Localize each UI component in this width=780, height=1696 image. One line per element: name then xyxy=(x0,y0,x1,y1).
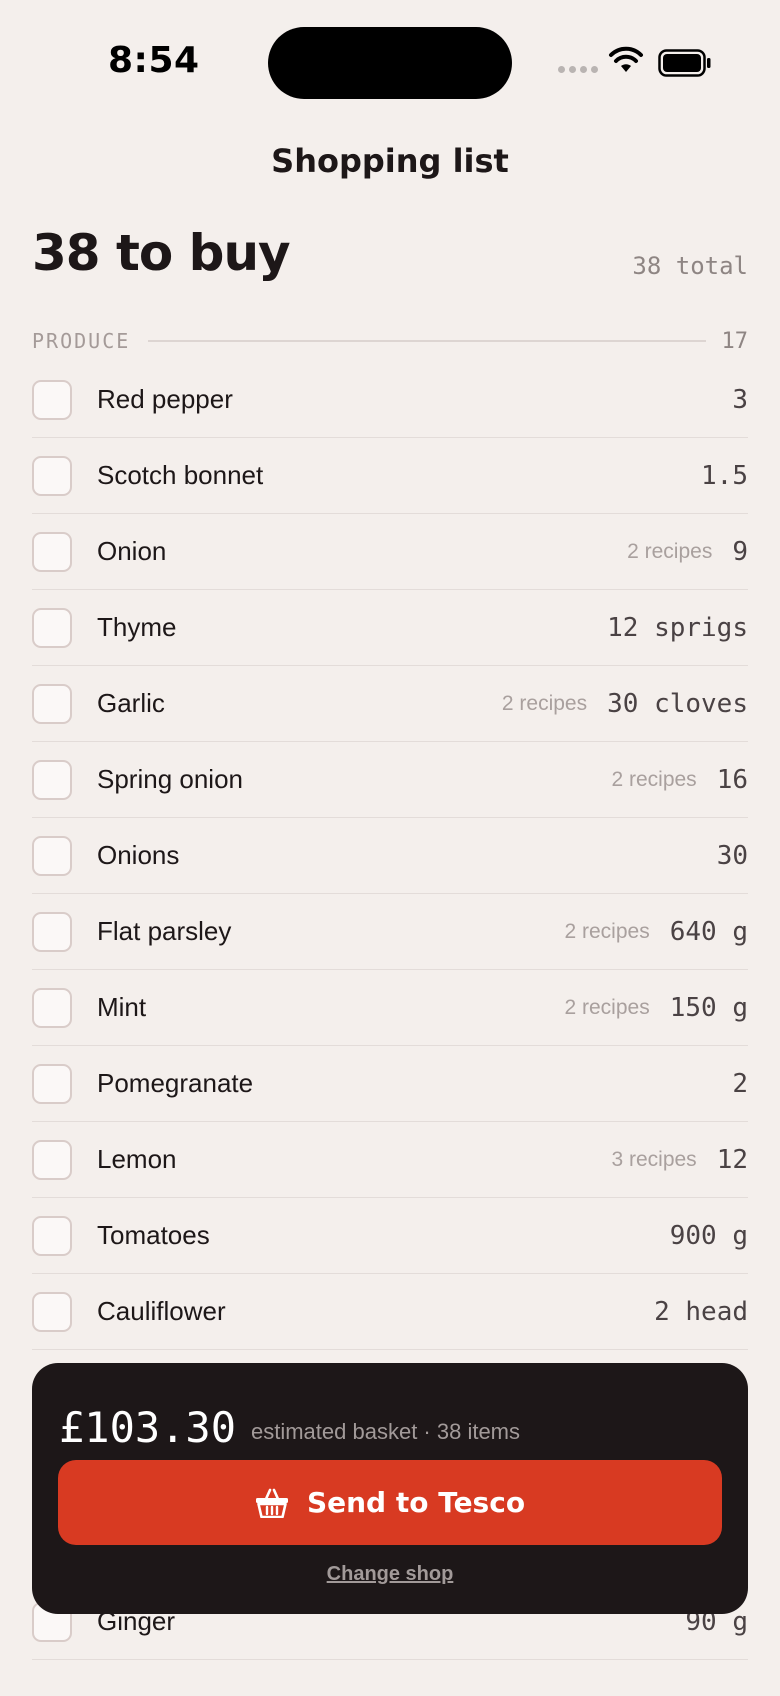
item-name: Garlic xyxy=(97,688,165,718)
basket-note: estimated basket · 38 items xyxy=(251,1419,521,1444)
cellular-signal-icon xyxy=(558,66,598,73)
list-item[interactable]: Pomegranate 2 xyxy=(32,1046,748,1122)
basket-card: £103.30 estimated basket · 38 items Send… xyxy=(32,1363,748,1614)
list-item[interactable]: Mint 2 recipes 150 g xyxy=(32,970,748,1046)
to-buy-headline: 38 to buy xyxy=(32,224,291,282)
item-recipes: 2 recipes xyxy=(564,919,650,943)
list-item[interactable]: Thyme 12 sprigs xyxy=(32,590,748,666)
item-name: Pomegranate xyxy=(97,1068,254,1098)
list-item[interactable]: Lemon 3 recipes 12 xyxy=(32,1122,748,1198)
list-item[interactable]: Tomatoes 900 g xyxy=(32,1198,748,1274)
total-count: 38 total xyxy=(632,252,748,280)
item-quantity: 30 xyxy=(716,840,748,871)
basket-price: £103.30 xyxy=(59,1403,237,1452)
item-quantity: 16 xyxy=(716,764,748,795)
item-quantity: 640 g xyxy=(669,916,748,947)
item-recipes: 2 recipes xyxy=(611,767,697,791)
wifi-icon xyxy=(609,46,643,72)
list-item[interactable]: Onion 2 recipes 9 xyxy=(32,514,748,590)
list-item[interactable]: Scotch bonnet 1.5 xyxy=(32,438,748,514)
item-quantity: 12 xyxy=(716,1144,748,1175)
item-name: Onion xyxy=(97,536,167,566)
status-time: 8:54 xyxy=(108,40,200,81)
list-item[interactable]: Onions 30 xyxy=(32,818,748,894)
item-name: Spring onion xyxy=(97,764,243,794)
send-button-label: Send to Tesco xyxy=(306,1486,526,1519)
item-checkbox[interactable] xyxy=(32,683,72,724)
item-checkbox[interactable] xyxy=(32,1291,72,1332)
item-checkbox[interactable] xyxy=(32,1139,72,1180)
item-checkbox[interactable] xyxy=(32,607,72,648)
list-item[interactable]: Spring onion 2 recipes 16 xyxy=(32,742,748,818)
item-name: Mint xyxy=(97,992,147,1022)
item-recipes: 2 recipes xyxy=(501,691,588,715)
item-quantity: 3 xyxy=(732,384,748,415)
dynamic-island xyxy=(268,27,512,99)
item-checkbox[interactable] xyxy=(32,987,72,1028)
send-to-tesco-button[interactable]: Send to Tesco xyxy=(58,1460,722,1545)
list-item[interactable]: Garlic 2 recipes 30 cloves xyxy=(32,666,748,742)
item-name: Scotch bonnet xyxy=(97,460,264,490)
item-recipes: 3 recipes xyxy=(611,1147,697,1171)
section-label: PRODUCE xyxy=(32,329,131,353)
page-title: Shopping list xyxy=(271,142,509,180)
item-recipes: 2 recipes xyxy=(627,539,713,563)
item-checkbox[interactable] xyxy=(32,455,72,496)
item-name: Thyme xyxy=(97,612,177,642)
item-name: Onions xyxy=(97,840,180,870)
item-checkbox[interactable] xyxy=(32,759,72,800)
item-name: Tomatoes xyxy=(97,1220,210,1250)
item-checkbox[interactable] xyxy=(32,1063,72,1104)
item-name: Cauliflower xyxy=(97,1296,226,1326)
item-checkbox[interactable] xyxy=(32,531,72,572)
item-name: Flat parsley xyxy=(97,916,232,946)
item-quantity: 1.5 xyxy=(701,460,748,491)
item-name: Lemon xyxy=(97,1144,177,1174)
item-quantity: 2 xyxy=(732,1068,748,1099)
shopping-list: Red pepper 3 Scotch bonnet 1.5 Onion 2 r… xyxy=(32,362,748,1350)
item-quantity: 900 g xyxy=(669,1220,748,1251)
item-quantity: 2 head xyxy=(654,1296,748,1327)
section-header-produce: PRODUCE 17 xyxy=(32,328,748,354)
list-item[interactable]: Cauliflower 2 head xyxy=(32,1274,748,1350)
item-recipes: 2 recipes xyxy=(564,995,650,1019)
status-bar: 8:54 xyxy=(0,0,780,120)
item-checkbox[interactable] xyxy=(32,1215,72,1256)
item-quantity: 12 sprigs xyxy=(607,612,748,643)
item-checkbox[interactable] xyxy=(32,911,72,952)
item-quantity: 30 cloves xyxy=(607,688,748,719)
list-item[interactable]: Red pepper 3 xyxy=(32,362,748,438)
item-quantity: 9 xyxy=(732,536,748,567)
section-count: 17 xyxy=(721,328,749,354)
item-checkbox[interactable] xyxy=(32,379,72,420)
change-shop-link[interactable]: Change shop xyxy=(32,1563,748,1586)
item-name: Red pepper xyxy=(97,384,233,414)
section-divider xyxy=(148,340,706,342)
list-item[interactable]: Flat parsley 2 recipes 640 g xyxy=(32,894,748,970)
battery-icon xyxy=(658,49,711,77)
item-checkbox[interactable] xyxy=(32,835,72,876)
basket-icon xyxy=(255,1488,288,1518)
item-quantity: 150 g xyxy=(669,992,748,1023)
